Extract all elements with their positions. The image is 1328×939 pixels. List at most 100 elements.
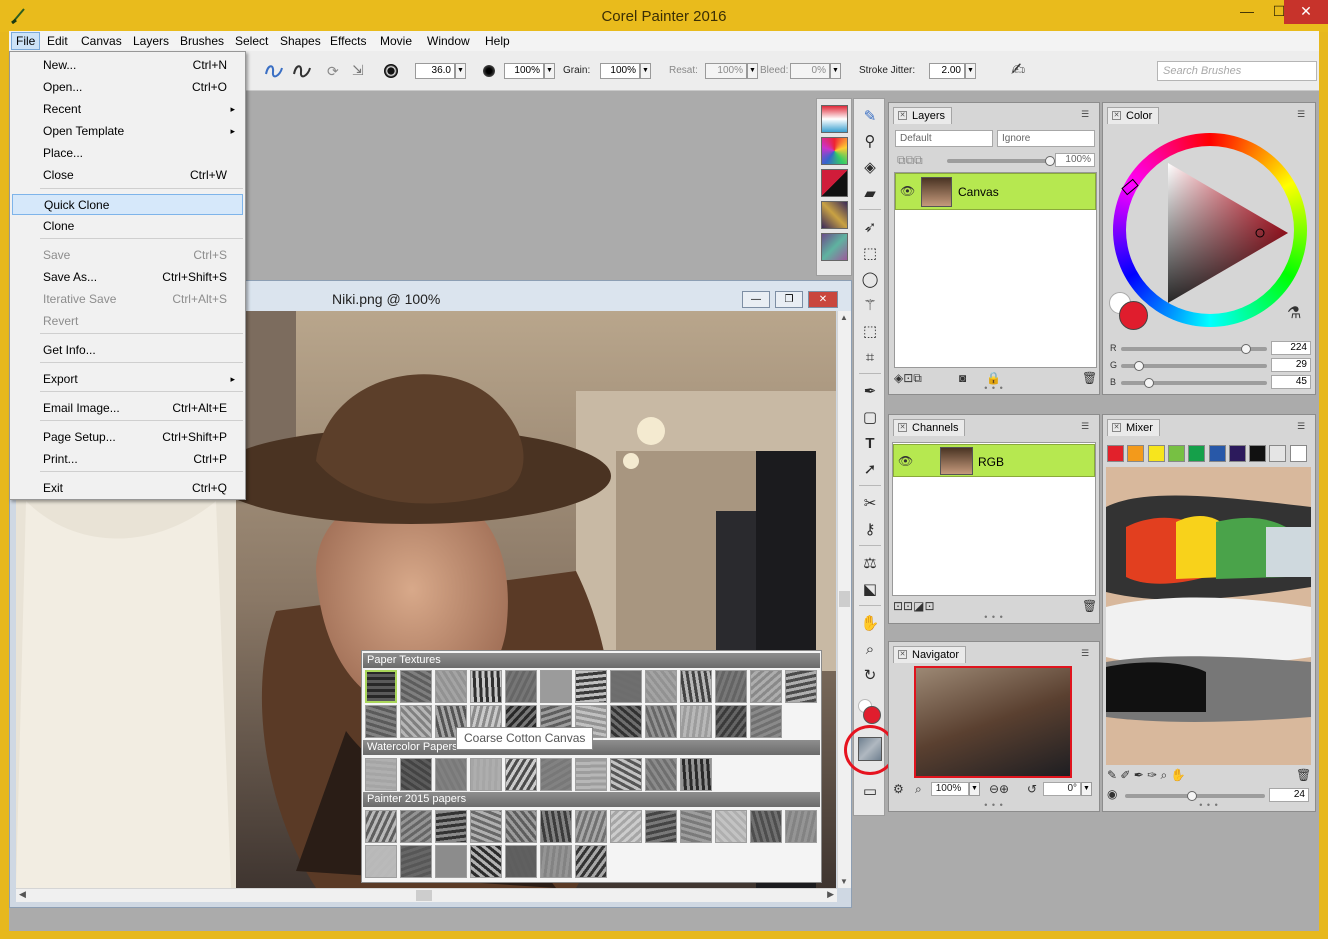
color-tab[interactable]: ✕ Color [1107,107,1160,124]
vertical-scroll-thumb[interactable] [839,591,850,607]
b-knob[interactable] [1144,378,1154,388]
color-picker-icon[interactable]: ⚗ [1287,303,1301,323]
paper-texture-tile[interactable] [540,758,572,791]
paper-texture-tile[interactable] [785,810,817,843]
size-dropdown-icon[interactable]: ▼ [455,63,466,79]
eye-icon[interactable]: 👁 [900,184,915,198]
zoom-field[interactable]: 100% [931,782,969,796]
bleed-dropdown-icon[interactable]: ▼ [830,63,841,79]
brush-reset-icon[interactable]: ⟳ [327,63,339,80]
file-menu-item[interactable]: Close Ctrl+W [12,165,243,186]
menu-shapes[interactable]: Shapes [276,33,325,50]
paper-texture-tile[interactable] [365,810,397,843]
panel-menu-icon[interactable]: ☰ [1081,421,1095,432]
paper-texture-tile[interactable] [505,670,537,703]
mixer-color-swatch[interactable] [1208,445,1226,462]
crop-icon[interactable]: ⌗ [859,347,881,369]
paper-texture-tile[interactable] [540,670,572,703]
navigator-preview[interactable] [914,666,1072,778]
dropper-tool-icon[interactable]: ⚲ [859,131,881,153]
paper-texture-tile[interactable] [505,758,537,791]
channel-tools-icons[interactable]: ⊡⊡◪⊡ [893,599,935,613]
r-knob[interactable] [1241,344,1251,354]
magnifier-icon[interactable]: ⌕ [859,639,881,661]
zoom-dropdown-icon[interactable]: ▼ [969,782,980,796]
zoom-out-in-icons[interactable]: ⊖⊕ [989,782,1009,796]
swatch-3[interactable] [821,169,848,197]
mixer-color-swatch[interactable] [1269,445,1287,462]
paper-texture-tile[interactable] [540,845,572,878]
swatch-2[interactable] [821,137,848,165]
paper-texture-tile[interactable] [645,670,677,703]
menu-canvas[interactable]: Canvas [77,33,126,50]
perspective-icon[interactable]: ⬕ [859,579,881,601]
panel-menu-icon[interactable]: ☰ [1297,109,1311,120]
navigator-tab[interactable]: ✕ Navigator [893,646,967,663]
transform-icon[interactable]: ⇲ [352,62,364,79]
paper-texture-tile[interactable] [365,705,397,738]
paper-texture-tile[interactable] [610,810,642,843]
file-menu-item[interactable]: Open... Ctrl+O [12,77,243,98]
mixer-color-swatch[interactable] [1107,445,1124,462]
paper-texture-tile[interactable] [750,670,782,703]
shape-selection-icon[interactable]: ➚ [859,459,881,481]
jitter-field[interactable]: 2.00 [929,63,965,79]
channels-tab[interactable]: ✕ Channels [893,419,966,436]
menu-movie[interactable]: Movie [376,33,416,50]
size-field[interactable]: 36.0 [415,63,455,79]
rectangle-shape-icon[interactable]: ▢ [859,407,881,429]
mixer-tab[interactable]: ✕ Mixer [1107,419,1160,436]
media-selector-icon[interactable]: ▭ [859,781,881,803]
paper-texture-tile[interactable] [715,705,747,738]
close-button[interactable]: ✕ [1284,0,1328,24]
grabber-hand-icon[interactable]: ✋ [859,613,881,635]
paper-texture-tile[interactable] [750,810,782,843]
paper-texture-tile[interactable] [505,810,537,843]
selection-adjuster-icon[interactable]: ⬚ [859,321,881,343]
paper-texture-tile[interactable] [470,670,502,703]
file-menu-item[interactable]: Place... [12,143,243,164]
file-menu-item[interactable]: New... Ctrl+N [12,55,243,76]
saturation-triangle[interactable] [1113,133,1307,327]
pen-icon[interactable]: ✒ [859,381,881,403]
file-menu-item[interactable]: Revert [12,311,243,332]
text-tool-icon[interactable]: T [859,433,881,455]
file-menu-item[interactable]: Clone [12,216,243,237]
opacity-dropdown-icon[interactable]: ▼ [544,63,555,79]
paper-texture-tile[interactable] [470,758,502,791]
bleed-field[interactable]: 0% [790,63,830,79]
paper-texture-tile[interactable] [435,670,467,703]
b-slider[interactable] [1121,381,1267,385]
menu-brushes[interactable]: Brushes [176,33,228,50]
magic-wand-icon[interactable]: ⚚ [859,295,881,317]
paper-texture-tile[interactable] [750,705,782,738]
layers-tab[interactable]: ✕ Layers [893,107,953,124]
paper-texture-tile[interactable] [715,810,747,843]
dab-preview-icon[interactable]: ✍ [1011,60,1025,80]
paper-texture-tile[interactable] [365,670,397,703]
paper-texture-tile[interactable] [575,670,607,703]
eraser-tool-icon[interactable]: ▰ [859,183,881,205]
paper-texture-tile[interactable] [575,758,607,791]
lasso-icon[interactable]: ◯ [859,269,881,291]
paper-texture-tile[interactable] [680,810,712,843]
paper-texture-tile[interactable] [680,705,712,738]
doc-restore-button[interactable]: ❐ [775,291,803,308]
paper-texture-tile[interactable] [470,810,502,843]
menu-edit[interactable]: Edit [43,33,72,50]
panel-menu-icon[interactable]: ☰ [1297,421,1311,432]
channel-row-rgb[interactable]: 👁 RGB [893,444,1095,477]
trash-icon[interactable]: 🗑 [1082,599,1097,613]
file-menu-item[interactable]: Recent ▸ [12,99,243,120]
layer-adjuster-icon[interactable]: ➶ [859,217,881,239]
layer-row-canvas[interactable]: 👁 Canvas [895,173,1096,210]
menu-select[interactable]: Select [231,33,272,50]
mixer-color-swatch[interactable] [1228,445,1246,462]
mixer-color-swatch[interactable] [1188,445,1206,462]
horizontal-scrollbar[interactable]: ◀ ▶ [16,888,837,902]
grain-field[interactable]: 100% [600,63,640,79]
file-menu-item[interactable]: Quick Clone [12,194,243,215]
paper-texture-tile[interactable] [680,758,712,791]
paper-texture-tile[interactable] [610,758,642,791]
r-field[interactable]: 224 [1271,341,1311,355]
